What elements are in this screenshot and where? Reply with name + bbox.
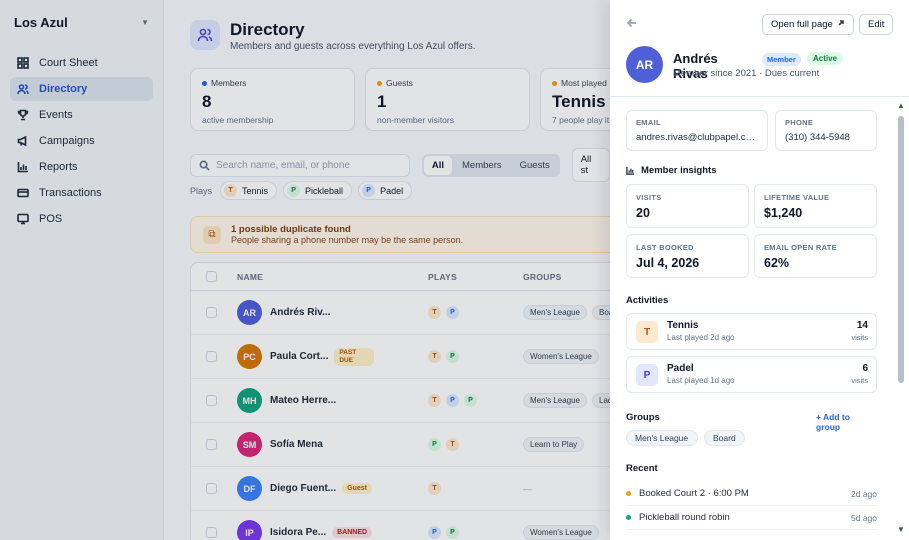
metric-email-open-rate: EMAIL OPEN RATE 62%	[754, 234, 877, 278]
back-arrow-icon[interactable]	[626, 17, 638, 32]
group-pill: Men's League	[626, 430, 698, 446]
status-badge: Active	[807, 52, 844, 65]
insights-heading: Member insights	[626, 165, 717, 176]
activity-sub: Last played 1d ago	[667, 376, 735, 385]
recent-item: Pickleball round robin 5d ago	[626, 506, 877, 530]
section-title: Activities	[626, 295, 669, 306]
edit-button[interactable]: Edit	[859, 14, 894, 35]
activity-unit: visits	[851, 376, 868, 385]
member-since: Member since 2021 · Dues current	[673, 68, 820, 79]
recent-item: Booked Court 2 · 6:00 PM 2d ago	[626, 482, 877, 506]
tennis-icon: T	[636, 321, 658, 343]
metric-label: EMAIL OPEN RATE	[764, 243, 837, 252]
field-label: PHONE	[785, 118, 814, 127]
recent-heading: Recent	[626, 463, 658, 474]
activity-sub: Last played 2d ago	[667, 333, 735, 342]
scroll-down-arrow-icon[interactable]: ▼	[897, 525, 905, 534]
avatar: AR	[626, 46, 663, 83]
padel-icon: P	[636, 364, 658, 386]
open-full-page-button[interactable]: Open full page	[762, 14, 854, 35]
metric-value: Jul 4, 2026	[636, 256, 700, 270]
scrollbar-thumb[interactable]	[898, 116, 904, 383]
group-pill: Board	[704, 430, 745, 446]
phone-value: (310) 344-5948	[785, 132, 850, 143]
drawer-body: EMAIL andres.rivas@clubpapel.co... PHONE…	[610, 97, 909, 540]
recent-time: 2d ago	[851, 488, 877, 499]
activity-card-tennis[interactable]: T Tennis Last played 2d ago 14 visits	[626, 313, 877, 350]
modal-backdrop[interactable]	[0, 0, 610, 540]
status-dot	[626, 515, 631, 520]
status-dot	[626, 491, 631, 496]
metric-last-booked: LAST BOOKED Jul 4, 2026	[626, 234, 749, 278]
member-drawer: Open full page Edit AR Andrés Rivas Memb…	[610, 0, 909, 540]
activity-card-padel[interactable]: P Padel Last played 1d ago 6 visits	[626, 356, 877, 393]
email-field[interactable]: EMAIL andres.rivas@clubpapel.co...	[626, 110, 768, 151]
section-title: Recent	[626, 463, 658, 474]
metric-visits: VISITS 20	[626, 184, 749, 228]
groups-heading: Groups	[626, 412, 660, 423]
recent-text: Booked Court 2 · 6:00 PM	[639, 488, 749, 499]
metric-label: LAST BOOKED	[636, 243, 694, 252]
activity-name: Padel	[667, 363, 694, 374]
metric-value: $1,240	[764, 206, 803, 220]
activity-unit: visits	[851, 333, 868, 342]
recent-time: 5d ago	[851, 512, 877, 523]
metric-label: VISITS	[636, 193, 662, 202]
phone-field[interactable]: PHONE (310) 344-5948	[775, 110, 877, 151]
email-value: andres.rivas@clubpapel.co...	[636, 132, 758, 143]
activity-name: Tennis	[667, 320, 699, 331]
add-to-group-link[interactable]: + Add to group	[816, 412, 876, 432]
member-badge: Member	[762, 53, 801, 66]
bar-chart-icon	[626, 166, 635, 175]
external-link-icon	[837, 19, 845, 30]
activity-count: 6	[862, 363, 868, 374]
activities-heading: Activities	[626, 295, 668, 306]
drawer-scrollbar[interactable]: ▲ ▼	[897, 101, 905, 540]
metric-label: LIFETIME VALUE	[764, 193, 830, 202]
activity-count: 14	[856, 320, 868, 331]
field-label: EMAIL	[636, 118, 661, 127]
metric-value: 20	[636, 206, 650, 220]
section-title: Groups	[626, 412, 660, 423]
drawer-header: Open full page Edit AR Andrés Rivas Memb…	[610, 0, 909, 97]
recent-text: Pickleball round robin	[639, 512, 730, 523]
button-label: Open full page	[771, 19, 833, 30]
section-title: Member insights	[641, 165, 717, 176]
scroll-up-arrow-icon[interactable]: ▲	[897, 101, 905, 110]
metric-value: 62%	[764, 256, 790, 270]
metric-lifetime-value: LIFETIME VALUE $1,240	[754, 184, 877, 228]
